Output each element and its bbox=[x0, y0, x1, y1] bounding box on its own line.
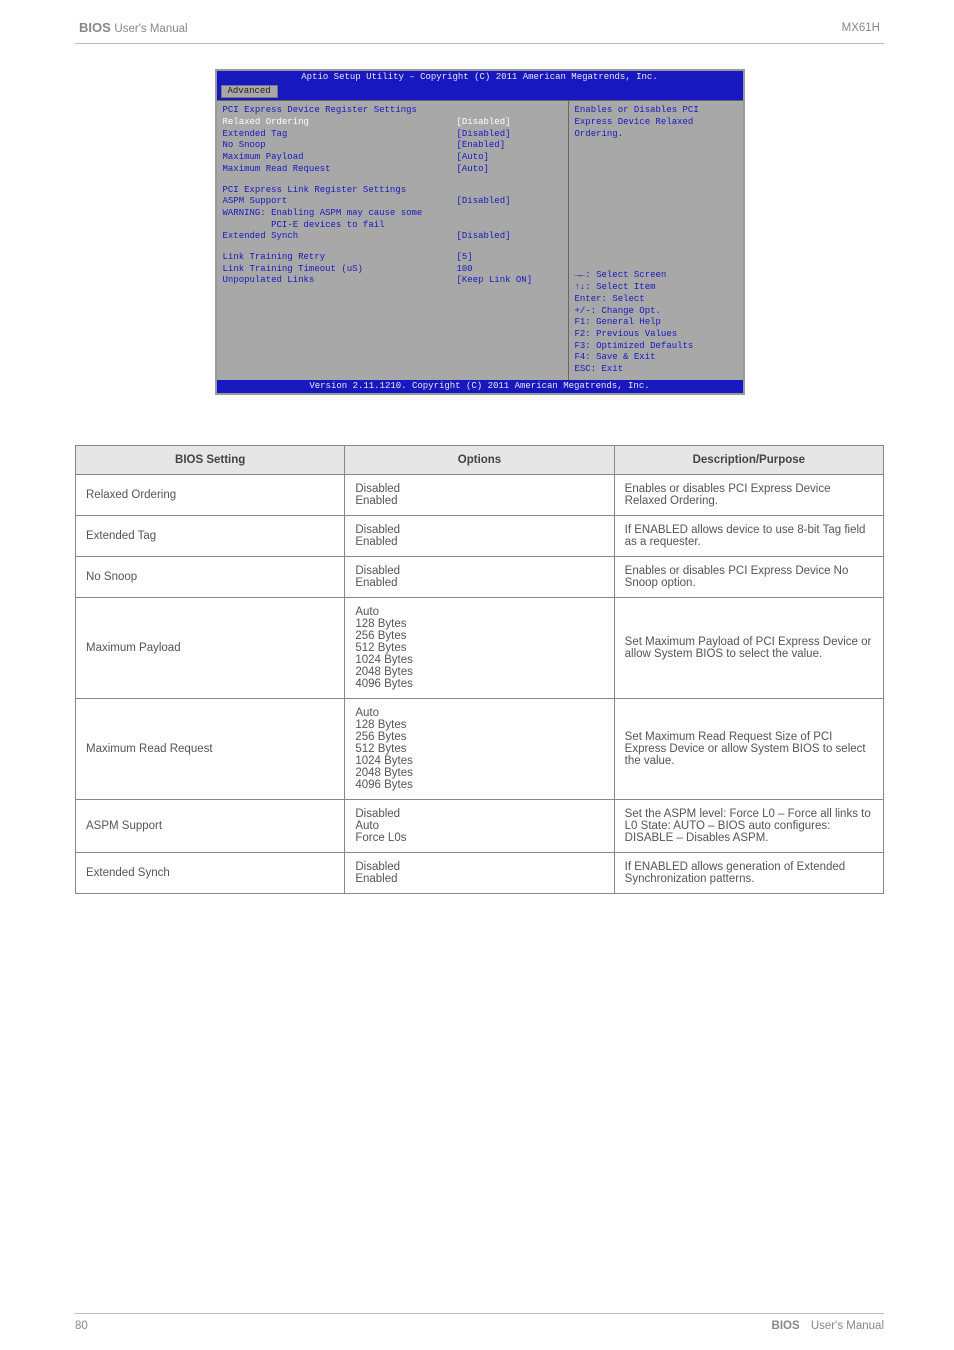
table-row: ASPM SupportDisabledAutoForce L0sSet the… bbox=[76, 800, 884, 853]
header-left: BIOS User's Manual bbox=[79, 20, 188, 35]
bios-setting-row: No Snoop[Enabled] bbox=[223, 140, 562, 152]
table-row: Relaxed OrderingDisabledEnabledEnables o… bbox=[76, 475, 884, 516]
bios-title: Aptio Setup Utility – Copyright (C) 2011… bbox=[217, 71, 743, 85]
bios-warning-1: WARNING: Enabling ASPM may cause some bbox=[223, 208, 562, 220]
settings-table: BIOS Setting Options Description/Purpose… bbox=[75, 445, 884, 894]
table-row: Maximum PayloadAuto128 Bytes256 Bytes512… bbox=[76, 598, 884, 699]
bios-tabbar: Advanced bbox=[217, 85, 743, 101]
header-manual: BIOS User's Manual bbox=[79, 20, 188, 35]
bios-setting-row: Relaxed Ordering[Disabled] bbox=[223, 117, 562, 129]
header-product: MX61H bbox=[842, 22, 880, 34]
bios-setting-row: ASPM Support[Disabled] bbox=[223, 196, 562, 208]
footer-right: BIOS User's Manual bbox=[772, 1320, 884, 1332]
footer-page-number: 80 bbox=[75, 1320, 88, 1332]
bios-setting-row: Link Training Timeout (uS)100 bbox=[223, 264, 562, 276]
bios-section-1: PCI Express Device Register Settings bbox=[223, 105, 562, 117]
bios-setting-row: Link Training Retry[5] bbox=[223, 252, 562, 264]
bios-setting-row: Extended Tag[Disabled] bbox=[223, 129, 562, 141]
bios-version-footer: Version 2.11.1210. Copyright (C) 2011 Am… bbox=[217, 380, 743, 394]
bios-setting-row: Maximum Read Request[Auto] bbox=[223, 164, 562, 176]
bios-setting-row: Maximum Payload[Auto] bbox=[223, 152, 562, 164]
table-row: Extended SynchDisabledEnabledIf ENABLED … bbox=[76, 853, 884, 894]
th-description: Description/Purpose bbox=[614, 446, 883, 475]
table-row: Extended TagDisabledEnabledIf ENABLED al… bbox=[76, 516, 884, 557]
bios-help-text: Enables or Disables PCIExpress Device Re… bbox=[575, 105, 737, 140]
bios-right-pane: Enables or Disables PCIExpress Device Re… bbox=[568, 101, 743, 379]
bios-left-pane: PCI Express Device Register Settings Rel… bbox=[217, 101, 568, 379]
header-rule bbox=[75, 43, 884, 44]
bios-screenshot: Aptio Setup Utility – Copyright (C) 2011… bbox=[215, 69, 745, 395]
th-options: Options bbox=[345, 446, 614, 475]
footer-rule bbox=[75, 1313, 884, 1314]
table-row: No SnoopDisabledEnabledEnables or disabl… bbox=[76, 557, 884, 598]
bios-section-2: PCI Express Link Register Settings bbox=[223, 185, 562, 197]
th-setting: BIOS Setting bbox=[76, 446, 345, 475]
bios-setting-row: Unpopulated Links[Keep Link ON] bbox=[223, 275, 562, 287]
bios-tab-advanced: Advanced bbox=[221, 85, 278, 99]
bios-setting-row: Extended Synch[Disabled] bbox=[223, 231, 562, 243]
bios-hotkeys: →←: Select Screen↑↓: Select ItemEnter: S… bbox=[575, 270, 737, 375]
bios-warning-2: PCI-E devices to fail bbox=[223, 220, 562, 232]
table-row: Maximum Read RequestAuto128 Bytes256 Byt… bbox=[76, 699, 884, 800]
